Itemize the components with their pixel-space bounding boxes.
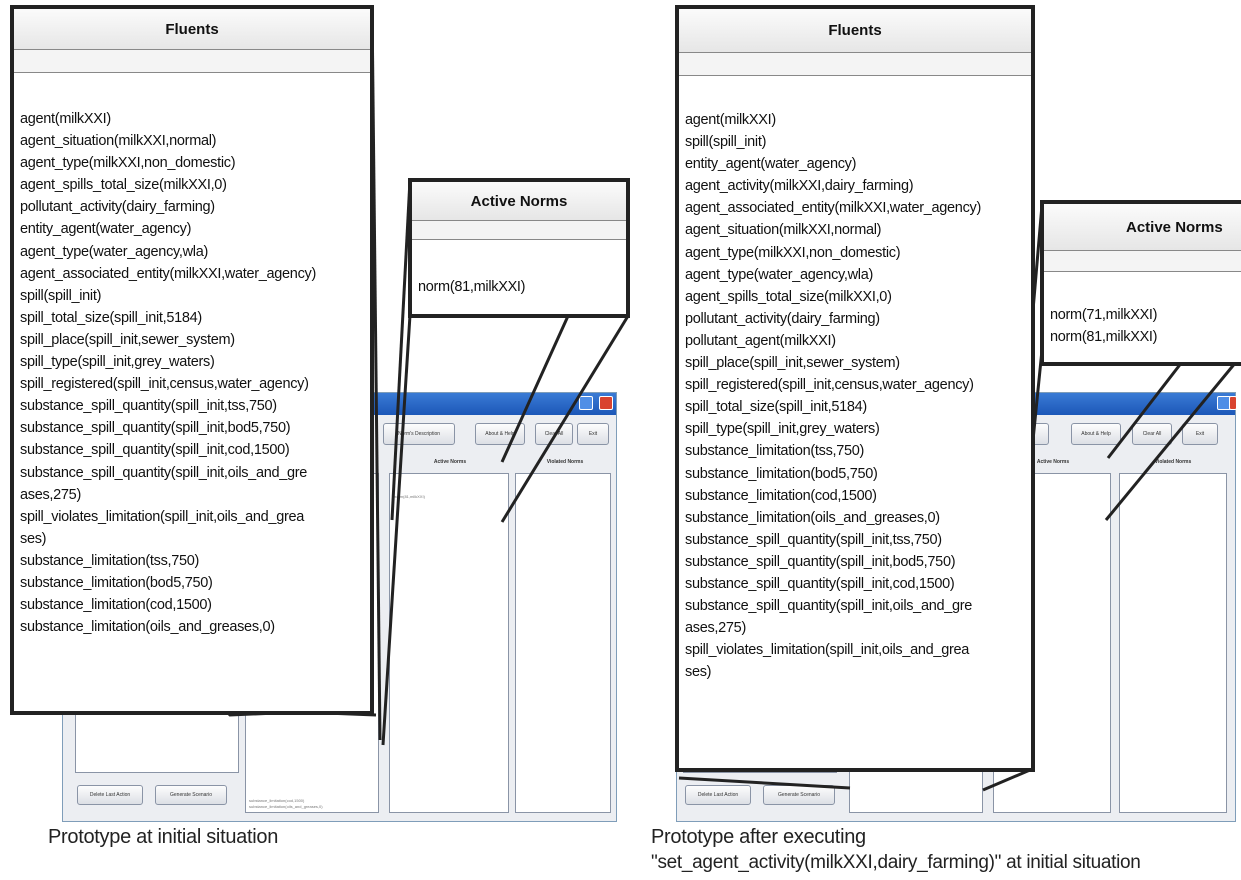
fluent-item: substance_spill_quantity(spill_init,oils… [685,598,973,615]
fluent-item: ases,275) [20,486,81,503]
fluent-item: spill_place(spill_init,sewer_system) [20,331,235,348]
fluent-item: substance_spill_quantity(spill_init,tss,… [20,398,277,415]
fluent-item: spill(spill_init) [20,287,102,304]
right-active-norms-header: Active Norms [1044,204,1241,251]
fluent-item: entity_agent(water_agency) [20,221,192,238]
fluent-item: spill_total_size(spill_init,5184) [20,309,202,326]
left-fluents-list[interactable]: agent(milkXXI) agent_situation(milkXXI,no… [20,108,368,638]
right-fluents-subheader [679,53,1031,76]
active-norm-item: norm(71,milkXXI) [1050,307,1158,323]
fluent-item: agent_situation(milkXXI,normal) [685,222,882,239]
fluent-item: spill_registered(spill_init,census,water… [20,376,309,393]
fluent-item: substance_limitation(oils_and_greases,0) [685,509,940,526]
fluent-item: substance_spill_quantity(spill_init,bod5… [685,553,956,570]
active-norm-item: norm(81,milkXXI) [1050,329,1158,346]
fluent-item: spill_type(spill_init,grey_waters) [20,354,215,371]
fluent-item: spill_violates_limitation(spill_init,oil… [20,508,305,525]
fluent-item: spill_violates_limitation(spill_init,oil… [685,642,970,659]
fluent-item: substance_spill_quantity(spill_init,oils… [20,464,308,481]
left-active-norms-subheader [412,221,626,240]
fluent-item: substance_limitation(tss,750) [685,443,865,460]
fluent-item: ases,275) [685,620,746,637]
left-active-norms-list[interactable]: norm(81,milkXXI) [418,276,624,298]
right-active-norms-subheader [1044,251,1241,272]
right-fluents-list[interactable]: agent(milkXXI) spill(spill_init) entity_ag… [685,109,1029,683]
left-active-norms-header: Active Norms [412,182,626,221]
fluent-item: substance_limitation(oils_and_greases,0) [20,619,275,636]
fluent-item: agent_type(milkXXI,non_domestic) [20,155,236,172]
fluent-item: substance_spill_quantity(spill_init,cod,… [20,442,290,459]
left-fluents-subheader [14,50,370,73]
fluent-item: substance_limitation(tss,750) [20,552,200,569]
fluent-item: spill_place(spill_init,sewer_system) [685,355,900,372]
fluent-item: pollutant_activity(dairy_farming) [685,310,880,327]
fluent-item: agent_spills_total_size(milkXXI,0) [20,177,227,194]
fluent-item: agent_situation(milkXXI,normal) [20,133,217,150]
fluent-item: substance_spill_quantity(spill_init,cod,… [685,575,955,592]
fluent-item: entity_agent(water_agency) [685,156,857,173]
fluent-item: agent_type(water_agency,wla) [20,243,209,260]
fluent-item: substance_spill_quantity(spill_init,tss,… [685,531,942,548]
fluent-item: substance_limitation(cod,1500) [685,487,877,504]
left-active-norms-callout: Active Norms norm(81,milkXXI) [408,178,630,318]
right-caption-line-2: "set_agent_activity(milkXXI,dairy_farmin… [651,852,1141,873]
fluent-item: agent(milkXXI) [685,112,776,128]
right-fluents-header: Fluents [679,9,1031,53]
fluent-item: agent_activity(milkXXI,dairy_farming) [685,178,914,195]
fluent-item: agent_type(water_agency,wla) [685,266,874,283]
fluent-item: ses) [20,530,47,547]
right-fluents-callout: Fluents agent(milkXXI) spill(spill_init)e… [675,5,1035,772]
left-fluents-header: Fluents [14,9,370,50]
fluent-item: substance_limitation(bod5,750) [20,574,213,591]
fluent-item: agent_associated_entity(milkXXI,water_ag… [685,200,981,217]
fluent-item: substance_limitation(cod,1500) [20,597,212,614]
fluent-item: agent_spills_total_size(milkXXI,0) [685,288,892,305]
fluent-item: pollutant_agent(milkXXI) [685,332,836,349]
fluent-item: agent_type(milkXXI,non_domestic) [685,244,901,261]
active-norm-item: norm(81,milkXXI) [418,279,526,295]
right-caption-line-1: Prototype after executing [651,826,866,848]
fluent-item: ses) [685,664,712,681]
fluent-item: pollutant_activity(dairy_farming) [20,199,215,216]
left-caption: Prototype at initial situation [48,826,279,848]
left-fluents-callout: Fluents agent(milkXXI) agent_situation(mi… [10,5,374,715]
right-active-norms-list[interactable]: norm(71,milkXXI) norm(81,milkXXI) [1050,304,1241,348]
fluent-item: spill(spill_init) [685,134,767,151]
right-active-norms-callout: Active Norms norm(71,milkXXI) norm(81,mil… [1040,200,1241,366]
fluent-item: spill_type(spill_init,grey_waters) [685,421,880,438]
fluent-item: agent(milkXXI) [20,111,111,127]
fluent-item: substance_limitation(bod5,750) [685,465,878,482]
fluent-item: spill_registered(spill_init,census,water… [685,377,974,394]
fluent-item: agent_associated_entity(milkXXI,water_ag… [20,265,316,282]
fluent-item: substance_spill_quantity(spill_init,bod5… [20,420,291,437]
fluent-item: spill_total_size(spill_init,5184) [685,399,867,416]
